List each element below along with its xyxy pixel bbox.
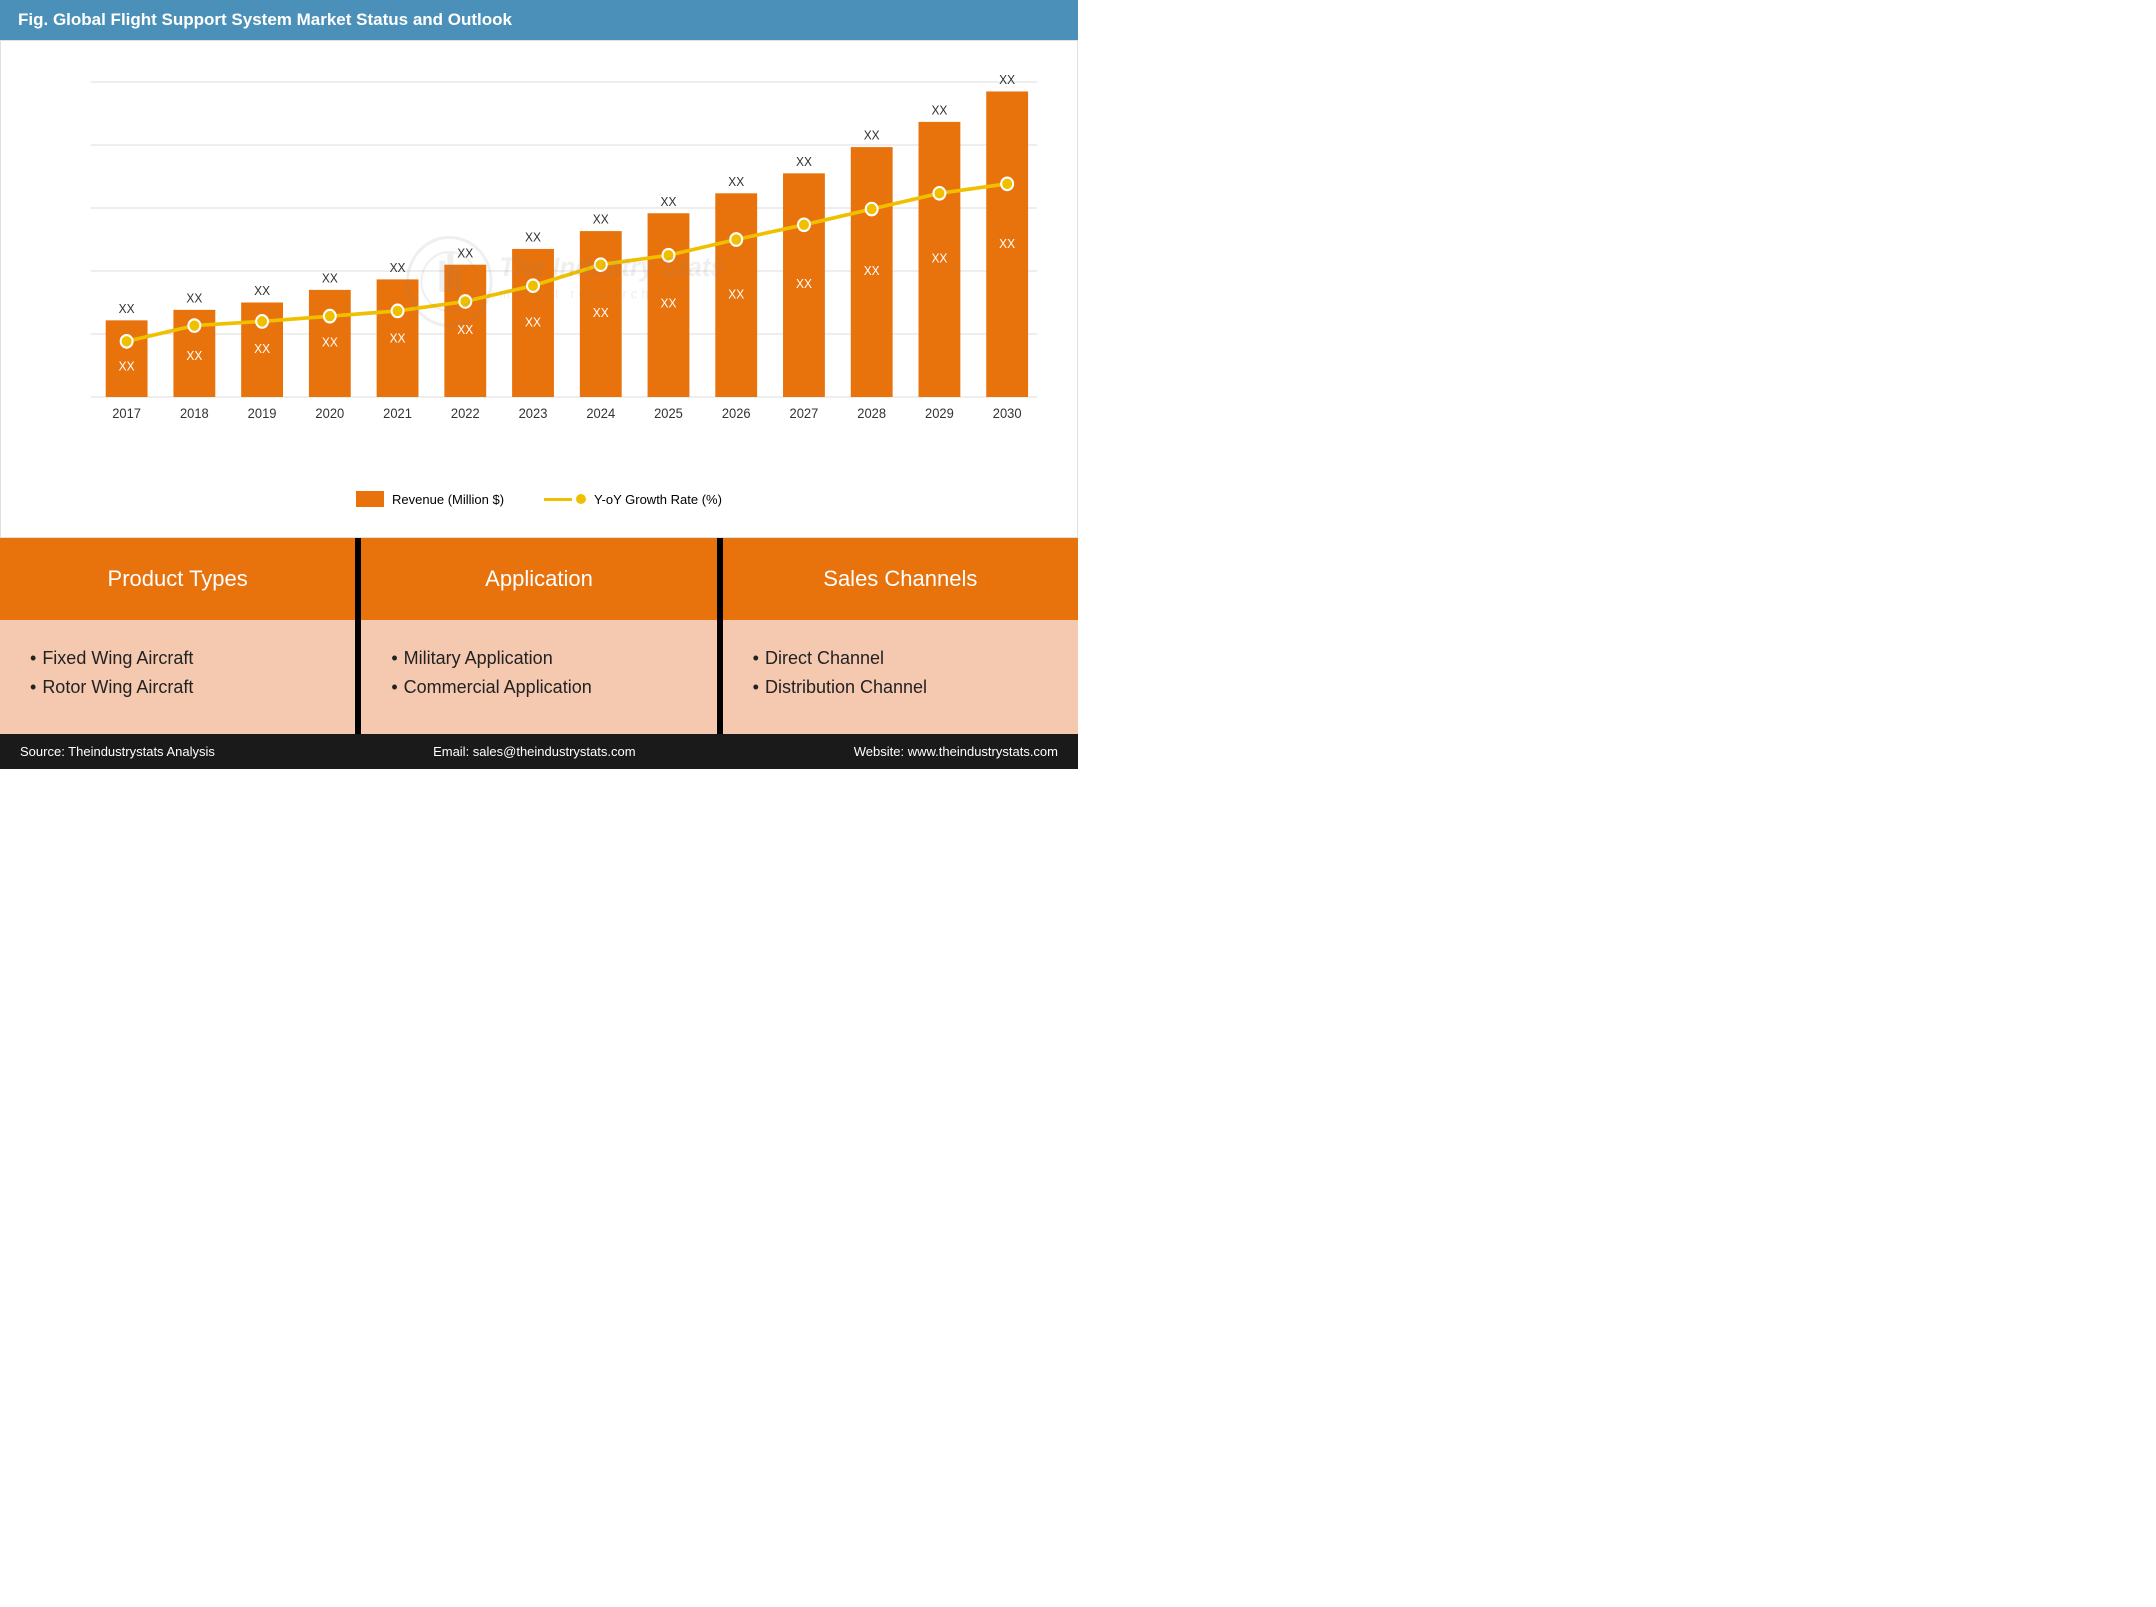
svg-text:XX: XX [186,291,202,305]
svg-text:XX: XX [728,287,744,301]
application-content: Military Application Commercial Applicat… [361,620,716,734]
svg-text:XX: XX [390,331,406,345]
svg-text:XX: XX [796,155,812,169]
legend-dot-growth [576,494,586,504]
product-types-header: Product Types [0,538,355,620]
svg-text:XX: XX [593,306,609,320]
page-title: Fig. Global Flight Support System Market… [18,10,1060,30]
sales-channels-content: Direct Channel Distribution Channel [723,620,1078,734]
application-box: Application Military Application Commerc… [361,538,716,734]
application-list: Military Application Commercial Applicat… [391,648,686,698]
sales-channels-list: Direct Channel Distribution Channel [753,648,1048,698]
list-item: Military Application [391,648,686,669]
list-item: Fixed Wing Aircraft [30,648,325,669]
svg-text:XX: XX [322,271,338,285]
svg-text:XX: XX [525,230,541,244]
line-dot-2020 [324,310,336,323]
legend-growth: Y-oY Growth Rate (%) [544,491,722,507]
line-dot-2030 [1001,178,1013,191]
product-types-content: Fixed Wing Aircraft Rotor Wing Aircraft [0,620,355,734]
svg-text:2030: 2030 [993,406,1022,421]
product-types-box: Product Types Fixed Wing Aircraft Rotor … [0,538,355,734]
svg-text:2022: 2022 [451,406,480,421]
svg-text:2028: 2028 [857,406,886,421]
product-types-list: Fixed Wing Aircraft Rotor Wing Aircraft [30,648,325,698]
svg-text:market research: market research [499,286,652,301]
chart-container: XX XX 2017 XX XX 2018 XX XX 2019 XX XX 2… [31,61,1047,481]
svg-text:2021: 2021 [383,406,412,421]
svg-text:XX: XX [728,175,744,189]
svg-text:XX: XX [186,349,202,363]
svg-text:XX: XX [931,251,947,265]
list-item: Direct Channel [753,648,1048,669]
chart-legend: Revenue (Million $) Y-oY Growth Rate (%) [31,481,1047,527]
application-header: Application [361,538,716,620]
list-item: Rotor Wing Aircraft [30,677,325,698]
svg-text:XX: XX [864,128,880,142]
line-dot-2029 [933,187,945,200]
footer-website: Website: www.theindustrystats.com [854,744,1058,759]
svg-text:2025: 2025 [654,406,683,421]
line-dot-2026 [730,233,742,246]
legend-line-container [544,494,586,504]
svg-text:2024: 2024 [586,406,615,421]
legend-label-revenue: Revenue (Million $) [392,492,504,507]
svg-text:XX: XX [390,261,406,275]
svg-text:The Industry Stats: The Industry Stats [499,252,725,283]
line-dot-2027 [798,219,810,232]
line-dot-2017 [121,335,133,348]
footer-source: Source: Theindustrystats Analysis [20,744,215,759]
line-dot-2018 [188,319,200,332]
svg-text:XX: XX [322,335,338,349]
line-dot-2021 [392,305,404,318]
svg-text:XX: XX [525,315,541,329]
legend-line-growth [544,498,572,501]
svg-text:2027: 2027 [790,406,819,421]
svg-text:XX: XX [796,277,812,291]
svg-text:2023: 2023 [519,406,548,421]
svg-text:2026: 2026 [722,406,751,421]
page-header: Fig. Global Flight Support System Market… [0,0,1078,40]
svg-text:XX: XX [931,103,947,117]
svg-text:2018: 2018 [180,406,209,421]
svg-text:XX: XX [593,212,609,226]
svg-text:XX: XX [661,296,677,310]
line-dot-2019 [256,315,268,328]
svg-text:2017: 2017 [112,406,141,421]
svg-text:2019: 2019 [248,406,277,421]
svg-text:XX: XX [999,237,1015,251]
svg-text:XX: XX [119,359,135,373]
svg-text:2029: 2029 [925,406,954,421]
legend-label-growth: Y-oY Growth Rate (%) [594,492,722,507]
chart-area: XX XX 2017 XX XX 2018 XX XX 2019 XX XX 2… [0,40,1078,538]
legend-revenue: Revenue (Million $) [356,491,504,507]
svg-text:XX: XX [999,73,1015,87]
svg-text:XX: XX [254,342,270,356]
legend-rect-revenue [356,491,384,507]
bottom-section: Product Types Fixed Wing Aircraft Rotor … [0,538,1078,734]
chart-svg: XX XX 2017 XX XX 2018 XX XX 2019 XX XX 2… [31,61,1047,481]
line-dot-2028 [866,203,878,216]
svg-text:XX: XX [254,284,270,298]
list-item: Distribution Channel [753,677,1048,698]
svg-text:XX: XX [119,302,135,316]
list-item: Commercial Application [391,677,686,698]
footer-email: Email: sales@theindustrystats.com [433,744,636,759]
svg-text:XX: XX [864,264,880,278]
sales-channels-box: Sales Channels Direct Channel Distributi… [723,538,1078,734]
svg-text:2020: 2020 [315,406,344,421]
svg-text:XX: XX [661,195,677,209]
sales-channels-header: Sales Channels [723,538,1078,620]
page-footer: Source: Theindustrystats Analysis Email:… [0,734,1078,769]
